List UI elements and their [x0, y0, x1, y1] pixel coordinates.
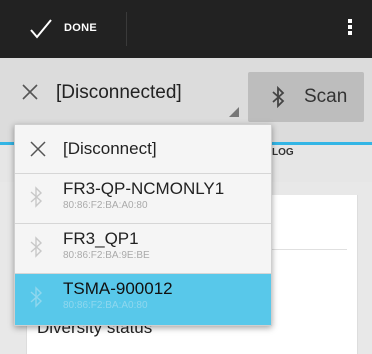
dropdown-arrow-icon — [229, 107, 239, 117]
device-name: TSMA-900012 — [63, 279, 173, 298]
tab-log[interactable]: LOG — [272, 147, 294, 158]
device-mac: 80:86:F2:BA:A0:80 — [63, 300, 148, 311]
done-label: DONE — [64, 22, 97, 34]
device-name: FR3_QP1 — [63, 229, 139, 248]
device-name: FR3-QP-NCMONLY1 — [63, 179, 225, 198]
check-icon — [30, 19, 52, 39]
dropdown-item-device[interactable]: FR3_QP1 80:86:F2:BA:9E:BE — [15, 224, 271, 272]
action-bar: DONE — [0, 0, 372, 58]
done-button[interactable]: DONE — [0, 0, 124, 58]
device-select[interactable]: [Disconnected] — [56, 82, 182, 104]
overflow-menu-icon[interactable] — [340, 17, 360, 41]
dropdown-item-disconnect[interactable]: [Disconnect] — [15, 125, 271, 173]
device-mac: 80:86:F2:BA:A0:80 — [63, 200, 148, 211]
action-bar-divider — [126, 12, 127, 46]
bluetooth-icon — [30, 286, 43, 308]
close-icon[interactable] — [20, 82, 40, 102]
bluetooth-icon — [30, 236, 43, 258]
device-dropdown: [Disconnect] FR3-QP-NCMONLY1 80:86:F2:BA… — [14, 124, 272, 326]
device-mac: 80:86:F2:BA:9E:BE — [63, 250, 150, 261]
dropdown-item-device-selected[interactable]: TSMA-900012 80:86:F2:BA:A0:80 — [15, 274, 271, 325]
close-icon — [30, 141, 46, 157]
bluetooth-icon — [30, 186, 43, 208]
bluetooth-icon — [272, 85, 285, 109]
dropdown-disconnect-label: [Disconnect] — [63, 139, 157, 158]
dropdown-item-device[interactable]: FR3-QP-NCMONLY1 80:86:F2:BA:A0:80 — [15, 174, 271, 222]
scan-label: Scan — [304, 86, 348, 107]
scan-button[interactable]: Scan — [248, 72, 364, 122]
